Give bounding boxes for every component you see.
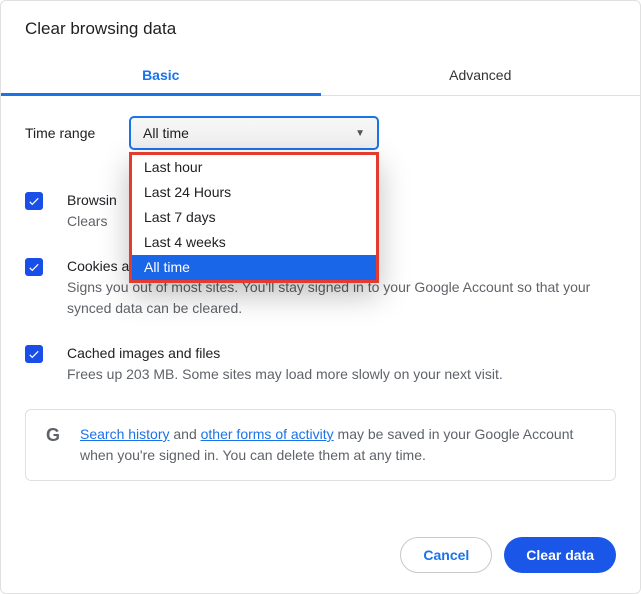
notice-text: Search history and other forms of activi… bbox=[80, 424, 599, 466]
time-range-option-last-4-weeks[interactable]: Last 4 weeks bbox=[132, 230, 376, 255]
checkbox-cached[interactable] bbox=[25, 345, 43, 363]
option-description: Frees up 203 MB. Some sites may load mor… bbox=[67, 364, 616, 385]
button-label: Clear data bbox=[526, 547, 594, 563]
checkbox-cookies[interactable] bbox=[25, 258, 43, 276]
option-title: Cached images and files bbox=[67, 343, 616, 364]
cancel-button[interactable]: Cancel bbox=[400, 537, 492, 573]
google-g-icon: G bbox=[42, 424, 64, 446]
tab-label: Basic bbox=[142, 67, 179, 83]
time-range-row: Time range All time ▼ Last hour Last 24 … bbox=[25, 116, 616, 150]
time-range-dropdown: Last hour Last 24 Hours Last 7 days Last… bbox=[129, 152, 379, 283]
time-range-selected-value: All time bbox=[143, 125, 189, 141]
tab-basic[interactable]: Basic bbox=[1, 53, 321, 95]
tabs: Basic Advanced bbox=[1, 53, 640, 96]
time-range-select[interactable]: All time ▼ bbox=[129, 116, 379, 150]
chevron-down-icon: ▼ bbox=[355, 128, 365, 139]
notice-text-fragment: and bbox=[169, 426, 200, 442]
dialog-footer: Cancel Clear data bbox=[400, 537, 616, 573]
tab-label: Advanced bbox=[449, 67, 511, 83]
google-account-notice: G Search history and other forms of acti… bbox=[25, 409, 616, 481]
check-icon bbox=[27, 260, 41, 274]
link-other-activity[interactable]: other forms of activity bbox=[201, 426, 334, 442]
check-icon bbox=[27, 347, 41, 361]
time-range-option-last-hour[interactable]: Last hour bbox=[132, 155, 376, 180]
time-range-label: Time range bbox=[25, 125, 115, 141]
clear-data-button[interactable]: Clear data bbox=[504, 537, 616, 573]
option-cached: Cached images and files Frees up 203 MB.… bbox=[25, 343, 616, 385]
tab-advanced[interactable]: Advanced bbox=[321, 53, 641, 95]
time-range-option-last-24-hours[interactable]: Last 24 Hours bbox=[132, 180, 376, 205]
option-text: Cached images and files Frees up 203 MB.… bbox=[67, 343, 616, 385]
option-description: Signs you out of most sites. You'll stay… bbox=[67, 277, 616, 319]
check-icon bbox=[27, 194, 41, 208]
dialog-title: Clear browsing data bbox=[1, 1, 640, 39]
time-range-option-last-7-days[interactable]: Last 7 days bbox=[132, 205, 376, 230]
link-search-history[interactable]: Search history bbox=[80, 426, 169, 442]
time-range-option-all-time[interactable]: All time bbox=[132, 255, 376, 280]
clear-browsing-data-dialog: Clear browsing data Basic Advanced Time … bbox=[0, 0, 641, 594]
button-label: Cancel bbox=[423, 547, 469, 563]
checkbox-browsing-history[interactable] bbox=[25, 192, 43, 210]
dialog-body: Time range All time ▼ Last hour Last 24 … bbox=[1, 96, 640, 481]
